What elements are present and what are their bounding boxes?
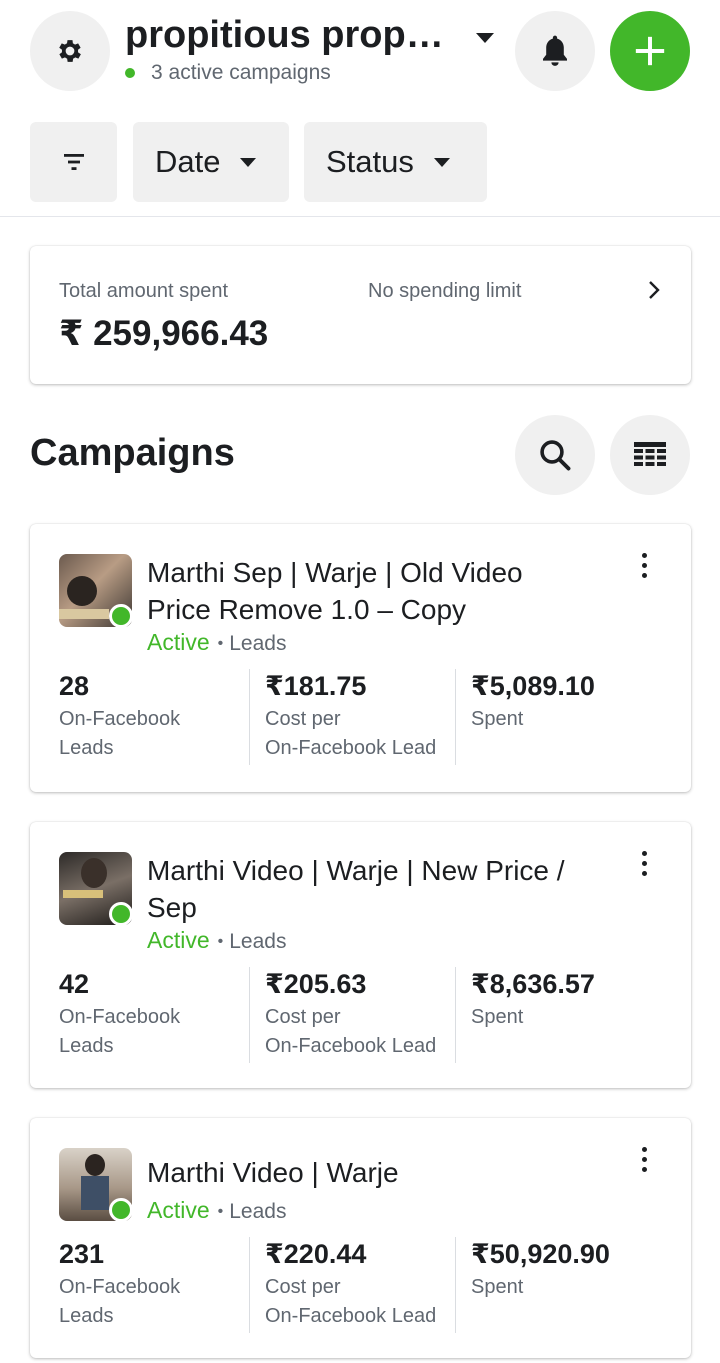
campaign-objective: Leads bbox=[229, 632, 287, 655]
bell-icon bbox=[543, 35, 567, 66]
campaign-card[interactable]: Marthi Video | Warje | New Price / Sep A… bbox=[30, 822, 691, 1088]
gear-icon bbox=[59, 40, 81, 62]
filter-icon bbox=[63, 154, 84, 170]
results-label: Leads bbox=[59, 1305, 114, 1327]
spent-metric: ₹5,089.10 Spent bbox=[471, 671, 671, 734]
caret-down-icon bbox=[433, 157, 450, 167]
metric-divider bbox=[455, 669, 456, 765]
plus-icon bbox=[635, 36, 665, 66]
campaign-objective: Leads bbox=[229, 930, 287, 953]
cost-label: On-Facebook Lead bbox=[265, 737, 437, 759]
cost-metric: ₹220.44 Cost per On-Facebook Lead bbox=[265, 1239, 465, 1331]
cost-value: ₹181.75 bbox=[265, 671, 367, 701]
status-filter-label: Status bbox=[326, 144, 414, 179]
status-filter-dropdown[interactable]: Status bbox=[304, 122, 487, 202]
caret-down-icon[interactable] bbox=[476, 33, 494, 43]
metric-divider bbox=[249, 669, 250, 765]
metric-divider bbox=[455, 1237, 456, 1333]
total-spent-amount: ₹ 259,966.43 bbox=[59, 314, 269, 353]
more-options-button[interactable] bbox=[639, 851, 649, 881]
spend-summary-card[interactable]: Total amount spent No spending limit ₹ 2… bbox=[30, 246, 691, 384]
campaign-name[interactable]: Marthi Video | Warje bbox=[147, 1154, 587, 1191]
spent-label: Spent bbox=[471, 1276, 524, 1298]
campaign-card[interactable]: Marthi Video | Warje Active • Leads 231 On… bbox=[30, 1118, 691, 1358]
spent-label: Spent bbox=[471, 1006, 524, 1028]
settings-button[interactable] bbox=[30, 11, 110, 91]
cost-value: ₹220.44 bbox=[265, 1239, 367, 1269]
spent-metric: ₹8,636.57 Spent bbox=[471, 969, 671, 1032]
status-active: Active bbox=[147, 629, 210, 655]
date-filter-label: Date bbox=[155, 144, 221, 179]
active-status-dot bbox=[125, 68, 135, 78]
cost-metric: ₹181.75 Cost per On-Facebook Lead bbox=[265, 671, 465, 763]
metric-divider bbox=[455, 967, 456, 1063]
search-campaigns-button[interactable] bbox=[515, 415, 595, 495]
notifications-button[interactable] bbox=[515, 11, 595, 91]
columns-icon bbox=[634, 442, 666, 466]
campaign-status-line: Active • Leads bbox=[147, 1197, 286, 1224]
header-divider bbox=[0, 216, 720, 217]
more-options-button[interactable] bbox=[639, 553, 649, 583]
results-metric: 231 On-Facebook Leads bbox=[59, 1239, 259, 1331]
results-metric: 28 On-Facebook Leads bbox=[59, 671, 259, 763]
cost-metric: ₹205.63 Cost per On-Facebook Lead bbox=[265, 969, 465, 1061]
active-status-dot bbox=[109, 902, 133, 926]
status-active: Active bbox=[147, 1197, 210, 1223]
cost-label: Cost per bbox=[265, 1006, 341, 1028]
separator-dot: • bbox=[217, 1202, 224, 1220]
top-bar: propitious prope… 3 active campaigns bbox=[0, 0, 720, 110]
spent-label: Spent bbox=[471, 708, 524, 730]
metric-divider bbox=[249, 967, 250, 1063]
active-status-dot bbox=[109, 1198, 133, 1222]
results-value: 231 bbox=[59, 1239, 105, 1269]
cost-value: ₹205.63 bbox=[265, 969, 367, 999]
campaigns-heading: Campaigns bbox=[30, 432, 235, 474]
search-icon bbox=[540, 440, 571, 471]
campaign-card[interactable]: Marthi Sep | Warje | Old Video Price Rem… bbox=[30, 524, 691, 792]
spent-metric: ₹50,920.90 Spent bbox=[471, 1239, 671, 1302]
create-campaign-button[interactable] bbox=[610, 11, 690, 91]
cost-label: On-Facebook Lead bbox=[265, 1305, 437, 1327]
status-active: Active bbox=[147, 927, 210, 953]
active-campaigns-count: 3 active campaigns bbox=[151, 61, 331, 84]
more-options-button[interactable] bbox=[639, 1147, 649, 1177]
more-vertical-icon bbox=[641, 553, 647, 558]
chevron-right-icon[interactable] bbox=[647, 279, 661, 301]
results-value: 28 bbox=[59, 671, 90, 701]
campaign-objective: Leads bbox=[229, 1200, 287, 1223]
campaign-status-line: Active • Leads bbox=[147, 927, 286, 954]
columns-view-button[interactable] bbox=[610, 415, 690, 495]
campaign-name[interactable]: Marthi Sep | Warje | Old Video Price Rem… bbox=[147, 554, 587, 628]
filter-row: Date Status bbox=[0, 122, 720, 202]
metric-divider bbox=[249, 1237, 250, 1333]
results-label: On-Facebook bbox=[59, 1276, 181, 1298]
cost-label: Cost per bbox=[265, 1276, 341, 1298]
more-vertical-icon bbox=[641, 851, 647, 856]
caret-down-icon bbox=[240, 157, 257, 167]
account-name[interactable]: propitious prope… bbox=[125, 14, 455, 57]
separator-dot: • bbox=[217, 634, 224, 652]
results-label: Leads bbox=[59, 737, 114, 759]
spent-value: ₹8,636.57 bbox=[471, 969, 595, 999]
more-vertical-icon bbox=[641, 1147, 647, 1152]
date-filter-dropdown[interactable]: Date bbox=[133, 122, 289, 202]
filter-button[interactable] bbox=[30, 122, 117, 202]
results-label: On-Facebook bbox=[59, 1006, 181, 1028]
spent-value: ₹50,920.90 bbox=[471, 1239, 610, 1269]
results-metric: 42 On-Facebook Leads bbox=[59, 969, 259, 1061]
cost-label: On-Facebook Lead bbox=[265, 1035, 437, 1057]
campaign-name[interactable]: Marthi Video | Warje | New Price / Sep bbox=[147, 852, 587, 926]
results-label: Leads bbox=[59, 1035, 114, 1057]
campaign-status-line: Active • Leads bbox=[147, 629, 286, 656]
total-spent-label: Total amount spent bbox=[59, 280, 228, 302]
spending-limit-text: No spending limit bbox=[368, 280, 522, 302]
results-label: On-Facebook bbox=[59, 708, 181, 730]
results-value: 42 bbox=[59, 969, 90, 999]
separator-dot: • bbox=[217, 932, 224, 950]
active-status-dot bbox=[109, 604, 133, 628]
cost-label: Cost per bbox=[265, 708, 341, 730]
spent-value: ₹5,089.10 bbox=[471, 671, 595, 701]
